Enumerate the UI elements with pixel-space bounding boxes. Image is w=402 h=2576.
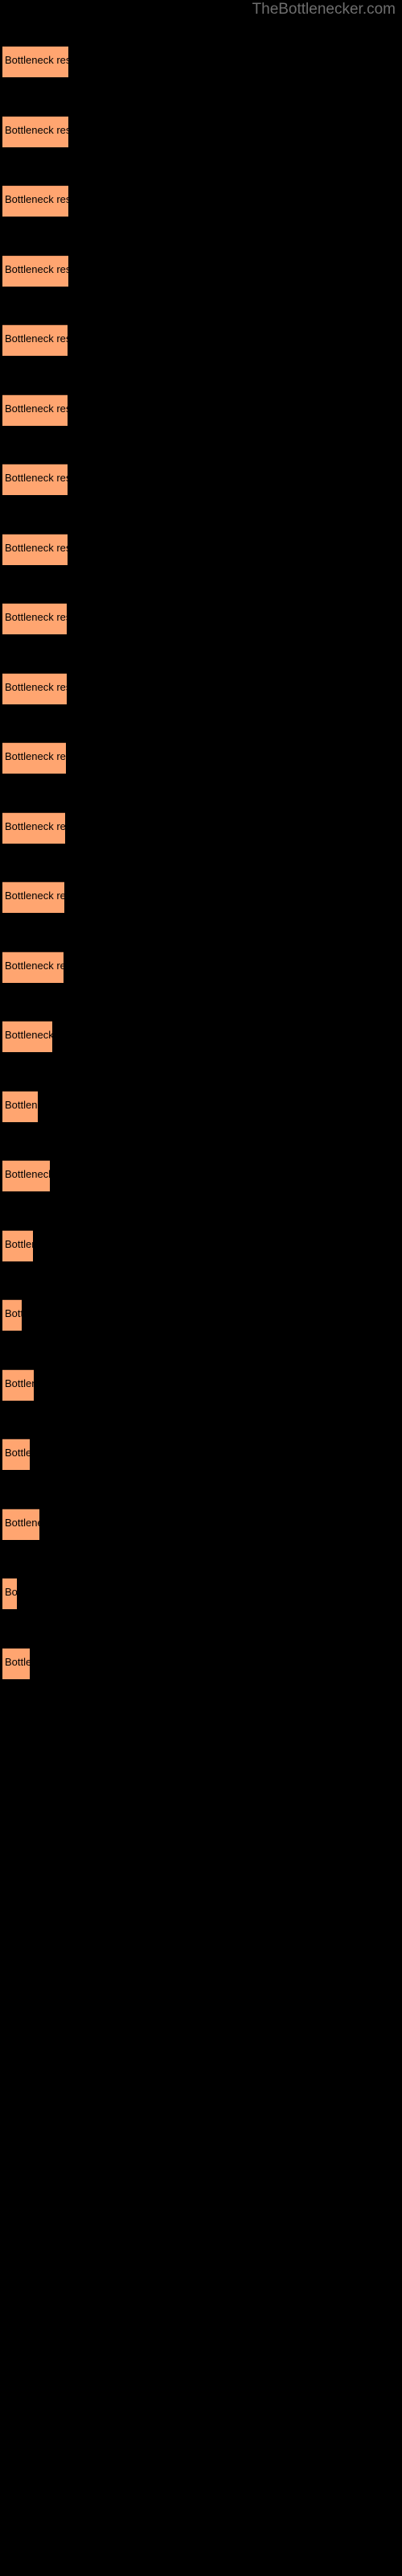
bar-row: Bottleneck result xyxy=(0,1439,402,1470)
bar-22[interactable]: Bottleneck result xyxy=(2,1509,39,1540)
bar-14[interactable]: Bottleneck result xyxy=(2,952,64,983)
bar-row: Bottleneck result xyxy=(0,742,402,774)
bars-layer: Bottleneck result Bottleneck result Bottle… xyxy=(0,0,402,2576)
bar-2[interactable]: Bottleneck result xyxy=(2,116,68,147)
bar-row: Bottleneck result xyxy=(0,1509,402,1540)
bar-label: Bottleneck result xyxy=(5,193,68,205)
bar-24[interactable]: Bottleneck result xyxy=(2,1648,30,1679)
bar-label: Bottleneck result xyxy=(5,890,64,902)
bar-7[interactable]: Bottleneck result xyxy=(2,464,68,495)
bar-row: Bottleneck result xyxy=(0,1021,402,1052)
bar-8[interactable]: Bottleneck result xyxy=(2,534,68,565)
bar-label: Bottleneck result xyxy=(5,263,68,275)
bar-label: Bottleneck result xyxy=(5,960,64,972)
bar-row: Bottleneck result xyxy=(0,1091,402,1122)
bar-row: Bottleneck result xyxy=(0,881,402,913)
bar-5[interactable]: Bottleneck result xyxy=(2,324,68,356)
bar-row: Bottleneck result xyxy=(0,812,402,844)
bottleneck-bar-chart: TheBottlenecker.com Bottleneck resultBot… xyxy=(0,0,402,2576)
bar-10[interactable]: Bottleneck result xyxy=(2,673,67,704)
bar-3[interactable]: Bottleneck result xyxy=(2,185,68,217)
bar-label: Bottleneck result xyxy=(5,402,68,415)
bar-6[interactable]: Bottleneck result xyxy=(2,394,68,426)
bar-9[interactable]: Bottleneck result xyxy=(2,603,67,634)
bar-label: Bottleneck result xyxy=(5,1238,33,1250)
bar-13[interactable]: Bottleneck result xyxy=(2,881,64,913)
bar-row: Bottleneck result xyxy=(0,464,402,495)
bar-row: Bottleneck result xyxy=(0,185,402,217)
bar-label: Bottleneck result xyxy=(5,332,68,345)
bar-row: Bottleneck result xyxy=(0,1299,402,1331)
bar-label: Bottleneck result xyxy=(5,611,67,623)
bar-row: Bottleneck result xyxy=(0,1230,402,1261)
bar-label: Bottleneck result xyxy=(5,1517,39,1529)
bar-row: Bottleneck result xyxy=(0,603,402,634)
bar-row: Bottleneck result xyxy=(0,394,402,426)
bar-label: Bottleneck result xyxy=(5,1377,34,1389)
bar-17[interactable]: Bottleneck result xyxy=(2,1160,50,1191)
bar-label: Bottleneck result xyxy=(5,681,67,693)
bar-row: Bottleneck result xyxy=(0,1648,402,1679)
bar-19[interactable]: Bottleneck result xyxy=(2,1299,22,1331)
bar-4[interactable]: Bottleneck result xyxy=(2,255,68,287)
bar-row: Bottleneck result xyxy=(0,46,402,77)
bar-label: Bottleneck result xyxy=(5,542,68,554)
bar-row: Bottleneck result xyxy=(0,1160,402,1191)
bar-row: Bottleneck result xyxy=(0,673,402,704)
bar-row: Bottleneck result xyxy=(0,534,402,565)
bar-label: Bottleneck result xyxy=(5,124,68,136)
bar-label: Bottleneck result xyxy=(5,1656,30,1668)
bar-label: Bottleneck result xyxy=(5,1307,22,1319)
bar-20[interactable]: Bottleneck result xyxy=(2,1369,34,1401)
bar-23[interactable]: Bottleneck result xyxy=(2,1578,17,1609)
bar-row: Bottleneck result xyxy=(0,1369,402,1401)
bar-row: Bottleneck result xyxy=(0,952,402,983)
bar-15[interactable]: Bottleneck result xyxy=(2,1021,52,1052)
bar-12[interactable]: Bottleneck result xyxy=(2,812,65,844)
bar-label: Bottleneck result xyxy=(5,1029,52,1041)
bar-row: Bottleneck result xyxy=(0,255,402,287)
bar-label: Bottleneck result xyxy=(5,472,68,484)
bar-label: Bottleneck result xyxy=(5,1099,38,1111)
bar-21[interactable]: Bottleneck result xyxy=(2,1439,30,1470)
bar-label: Bottleneck result xyxy=(5,820,65,832)
bar-row: Bottleneck result xyxy=(0,116,402,147)
bar-16[interactable]: Bottleneck result xyxy=(2,1091,38,1122)
bar-label: Bottleneck result xyxy=(5,54,68,66)
bar-1[interactable]: Bottleneck result xyxy=(2,46,68,77)
bar-row: Bottleneck result xyxy=(0,1578,402,1609)
bar-18[interactable]: Bottleneck result xyxy=(2,1230,33,1261)
bar-row: Bottleneck result xyxy=(0,324,402,356)
bar-label: Bottleneck result xyxy=(5,1168,50,1180)
bar-label: Bottleneck result xyxy=(5,1447,30,1459)
bar-label: Bottleneck result xyxy=(5,1586,17,1598)
bar-11[interactable]: Bottleneck result xyxy=(2,742,66,774)
bar-label: Bottleneck result xyxy=(5,750,66,762)
